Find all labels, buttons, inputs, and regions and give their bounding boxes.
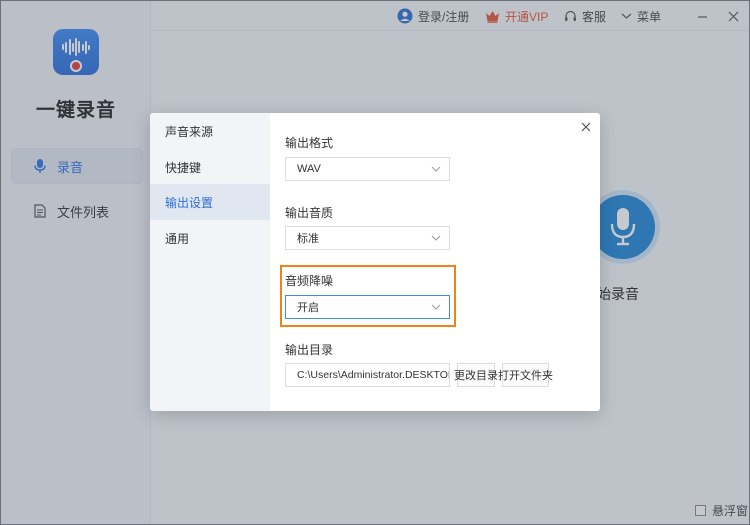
settings-dialog: 声音来源 快捷键 输出设置 通用 输出格式 WAV 输出音质 标准 音频降噪 开…: [150, 113, 600, 411]
tab-output-settings[interactable]: 输出设置: [150, 184, 270, 220]
dialog-close-button[interactable]: [578, 119, 594, 135]
output-format-label: 输出格式: [285, 136, 334, 150]
change-dir-button[interactable]: 更改目录: [454, 363, 498, 387]
output-quality-label: 输出音质: [285, 206, 334, 220]
chevron-down-icon: [431, 235, 441, 241]
settings-nav: 声音来源 快捷键 输出设置 通用: [150, 113, 270, 411]
chevron-down-icon: [431, 304, 441, 310]
tab-sound-source[interactable]: 声音来源: [150, 113, 270, 149]
chevron-down-icon: [431, 166, 441, 172]
tab-shortcuts[interactable]: 快捷键: [150, 149, 270, 185]
output-dir-input[interactable]: C:\Users\Administrator.DESKTOP: [285, 363, 450, 387]
close-icon: [581, 122, 591, 132]
tab-general[interactable]: 通用: [150, 220, 270, 256]
output-dir-label: 输出目录: [285, 343, 334, 357]
output-format-select[interactable]: WAV: [285, 157, 450, 181]
output-quality-select[interactable]: 标准: [285, 226, 450, 250]
open-folder-button[interactable]: 打开文件夹: [498, 363, 553, 387]
noise-reduction-label: 音频降噪: [285, 274, 334, 288]
noise-reduction-select[interactable]: 开启: [285, 295, 450, 319]
